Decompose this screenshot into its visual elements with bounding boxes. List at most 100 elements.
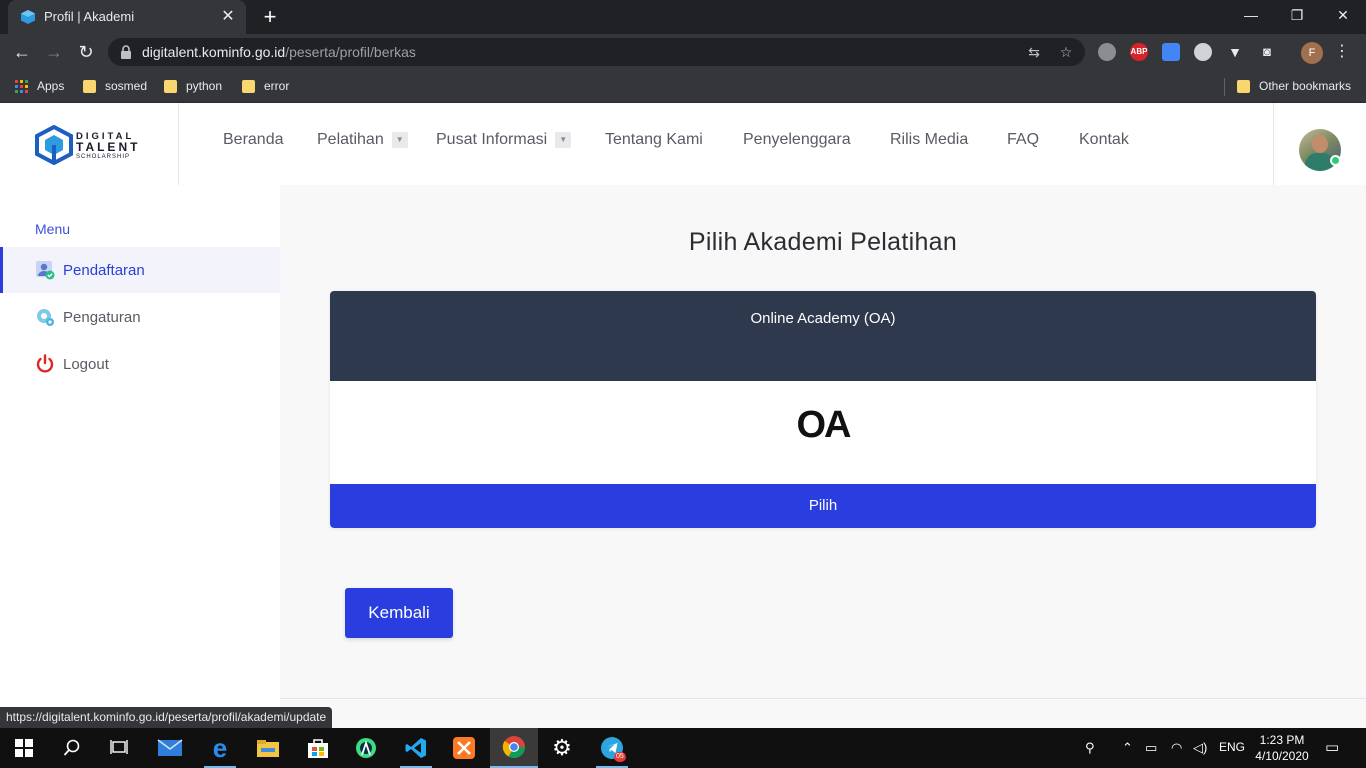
- telegram-badge: 05: [614, 752, 626, 762]
- sidebar-item-pengaturan[interactable]: Pengaturan: [0, 294, 280, 340]
- bookmark-python[interactable]: python: [164, 78, 222, 94]
- clock-date: 4/10/2020: [1255, 749, 1309, 763]
- site-header: DIGITAL TALENT SCHOLARSHIP Beranda Pelat…: [0, 103, 1366, 185]
- task-view-icon: [110, 740, 128, 754]
- academy-card-header: Online Academy (OA): [330, 291, 1316, 381]
- system-clock[interactable]: 1:23 PM 4/10/2020: [1252, 732, 1312, 764]
- battery-icon[interactable]: ▭: [1145, 740, 1157, 756]
- taskbar-file-explorer[interactable]: [244, 728, 292, 768]
- people-icon[interactable]: ⚲: [1085, 740, 1095, 756]
- nav-beranda[interactable]: Beranda: [223, 131, 284, 149]
- windows-taskbar: e ⚙ 05 ⚲ ⌃ ▭ ◠ ◁) ENG 1:23 PM 4/10/2020 …: [0, 728, 1366, 768]
- vue-devtools-icon[interactable]: ▼: [1226, 43, 1244, 61]
- taskbar-settings[interactable]: ⚙: [538, 728, 586, 768]
- forward-arrow-icon[interactable]: →: [42, 40, 66, 64]
- taskbar-android-studio[interactable]: [342, 728, 390, 768]
- bookmark-other-label: Other bookmarks: [1259, 79, 1352, 93]
- nav-label: FAQ: [1007, 131, 1040, 148]
- folder-icon: [257, 740, 279, 757]
- sidebar-item-logout[interactable]: Logout: [0, 341, 280, 387]
- nav-label: Tentang Kami: [605, 131, 703, 148]
- chevron-down-icon: ▼: [391, 132, 408, 148]
- kembali-button[interactable]: Kembali: [345, 588, 453, 638]
- restore-window-button[interactable]: ❐: [1282, 4, 1312, 26]
- minimize-window-button[interactable]: —: [1236, 4, 1266, 26]
- wifi-icon[interactable]: ◠: [1171, 740, 1182, 756]
- tab-title: Profil | Akademi: [44, 9, 135, 24]
- digital-talent-cube-icon: [35, 125, 73, 165]
- logo-line-3: SCHOLARSHIP: [76, 154, 131, 160]
- chrome-profile-avatar[interactable]: F: [1301, 42, 1323, 64]
- digital-talent-logo[interactable]: DIGITAL TALENT SCHOLARSHIP: [34, 125, 154, 165]
- lock-icon: [121, 45, 131, 59]
- new-tab-button[interactable]: +: [258, 5, 282, 29]
- taskbar-store[interactable]: [294, 728, 342, 768]
- chrome-menu-icon[interactable]: ⋮: [1334, 42, 1350, 62]
- browser-tab-bar: Profil | Akademi ✕ + — ❐ ✕: [0, 0, 1366, 34]
- start-button[interactable]: [0, 728, 48, 768]
- nav-kontak[interactable]: Kontak: [1079, 131, 1129, 149]
- sidebar-item-label: Logout: [63, 355, 109, 373]
- back-arrow-icon[interactable]: ←: [10, 40, 34, 64]
- bookmark-apps-label: Apps: [37, 79, 65, 93]
- nav-label: Penyelenggara: [743, 131, 851, 148]
- language-indicator[interactable]: ENG: [1219, 740, 1245, 754]
- chevron-up-icon[interactable]: ⌃: [1122, 740, 1133, 756]
- bookmark-sosmed[interactable]: sosmed: [83, 78, 147, 94]
- windows-logo-icon: [15, 739, 33, 757]
- cloud-extension-icon[interactable]: [1194, 43, 1212, 61]
- footer-divider: [280, 698, 1366, 699]
- nav-tentang-kami[interactable]: Tentang Kami: [605, 131, 703, 149]
- bookmarks-bar: Apps sosmed python error Other bookmarks: [0, 70, 1366, 103]
- store-icon: [308, 739, 328, 758]
- nav-label: Beranda: [223, 131, 284, 148]
- extension-circle-icon[interactable]: [1098, 43, 1116, 61]
- link-status-bubble: https://digitalent.kominfo.go.id/peserta…: [0, 707, 333, 728]
- bookmark-other[interactable]: Other bookmarks: [1237, 78, 1351, 94]
- bookmark-star-icon[interactable]: ☆: [1056, 42, 1076, 62]
- nav-pusat-informasi[interactable]: Pusat Informasi ▼: [436, 131, 572, 149]
- nav-penyelenggara[interactable]: Penyelenggara: [743, 131, 851, 149]
- user-check-icon: [36, 261, 55, 280]
- academy-logo: OA: [796, 404, 852, 446]
- nav-faq[interactable]: FAQ: [1007, 131, 1039, 149]
- notification-icon[interactable]: ▭: [1325, 738, 1339, 756]
- nav-label: Rilis Media: [890, 131, 969, 148]
- camera-icon[interactable]: ◙: [1258, 43, 1276, 61]
- clock-time: 1:23 PM: [1259, 733, 1305, 747]
- digitalent-favicon-icon: [21, 10, 35, 24]
- chrome-icon: [502, 736, 525, 758]
- search-icon: [63, 739, 80, 756]
- browser-toolbar: ← → ↻ digitalent.kominfo.go.id/peserta/p…: [0, 34, 1366, 70]
- volume-icon[interactable]: ◁): [1193, 740, 1207, 756]
- translate-icon[interactable]: ⇆: [1024, 42, 1044, 62]
- nav-rilis-media[interactable]: Rilis Media: [890, 131, 968, 149]
- adblock-plus-icon[interactable]: ABP: [1130, 43, 1148, 61]
- task-view-button[interactable]: [96, 728, 144, 768]
- xampp-icon: [453, 737, 475, 759]
- taskbar-vscode[interactable]: [392, 728, 440, 768]
- sidebar-item-pendaftaran[interactable]: Pendaftaran: [0, 247, 280, 293]
- tab-close-icon[interactable]: ✕: [218, 7, 238, 27]
- taskbar-chrome[interactable]: [490, 728, 538, 768]
- taskbar-mail[interactable]: [146, 728, 194, 768]
- bookmark-error[interactable]: error: [242, 78, 289, 94]
- google-translate-extension-icon[interactable]: [1162, 43, 1180, 61]
- search-button[interactable]: [48, 728, 96, 768]
- page-title: Pilih Akademi Pelatihan: [688, 228, 958, 256]
- nav-pelatihan[interactable]: Pelatihan ▼: [317, 131, 408, 149]
- pilih-button[interactable]: Pilih: [330, 484, 1316, 528]
- folder-icon: [164, 79, 177, 93]
- taskbar-xampp[interactable]: [440, 728, 488, 768]
- address-bar[interactable]: digitalent.kominfo.go.id/peserta/profil/…: [108, 38, 1085, 66]
- bookmark-apps[interactable]: Apps: [15, 78, 64, 94]
- taskbar-telegram[interactable]: 05: [588, 728, 636, 768]
- academy-card: Online Academy (OA) OA Pilih: [330, 291, 1316, 528]
- header-divider: [178, 103, 179, 185]
- close-window-button[interactable]: ✕: [1328, 4, 1358, 26]
- taskbar-edge[interactable]: e: [196, 728, 244, 768]
- reload-icon[interactable]: ↻: [74, 40, 98, 64]
- sidebar-item-label: Pengaturan: [63, 308, 141, 326]
- folder-icon: [1237, 79, 1250, 93]
- browser-tab[interactable]: Profil | Akademi ✕: [8, 0, 246, 34]
